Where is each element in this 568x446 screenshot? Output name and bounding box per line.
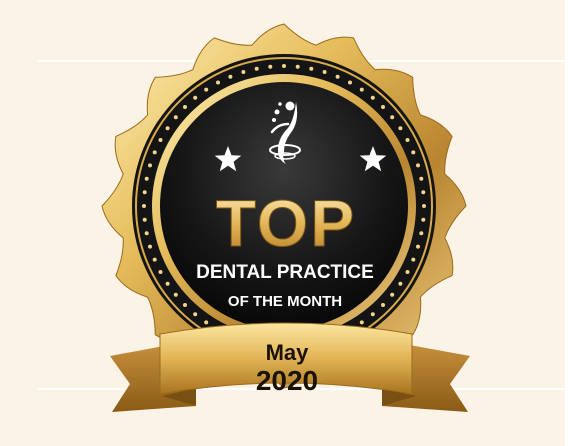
seal-dot: [370, 312, 375, 317]
seal-dot: [142, 204, 146, 208]
seal-dot: [241, 70, 246, 74]
seal-dot: [183, 303, 187, 307]
seal-dot: [193, 312, 198, 317]
seal-dot: [419, 231, 424, 236]
seal-dot: [411, 257, 416, 262]
seal-dot: [148, 163, 152, 168]
seal-dot: [398, 126, 403, 131]
seal-dot: [183, 105, 187, 109]
seal-dot: [144, 176, 149, 181]
seal-dot: [144, 231, 149, 236]
subtitle-line-2: OF THE MONTH: [228, 293, 342, 310]
seal-dot: [268, 64, 273, 69]
seal-dot: [165, 126, 170, 131]
seal-dot: [204, 87, 209, 92]
seal-dot: [390, 115, 395, 120]
seal-dot: [142, 190, 147, 195]
seal-dot: [142, 217, 147, 222]
seal-dot: [254, 66, 259, 71]
award-badge: TOP DENTAL PRACTICE OF THE MONTH May 202…: [101, 23, 470, 412]
seal-dot: [416, 244, 420, 249]
seal-dot: [381, 105, 385, 109]
seal-dot: [421, 217, 426, 222]
seal-dot: [295, 64, 300, 69]
seal-dot: [370, 95, 375, 100]
seal-dot: [152, 150, 157, 155]
seal-dot: [158, 270, 163, 274]
seal-dot: [193, 95, 198, 100]
seal-dot: [405, 138, 410, 142]
seal-dot: [411, 150, 416, 155]
month-text: May: [266, 340, 310, 365]
seal-dot: [165, 281, 170, 286]
seal-dot: [204, 320, 209, 325]
year-text: 2020: [256, 365, 318, 396]
seal-dot: [173, 292, 178, 297]
seal-dot: [381, 303, 385, 307]
seal-dot: [359, 320, 364, 325]
seal-dot: [416, 163, 420, 168]
seal-dot: [419, 176, 424, 181]
subtitle-line-1: DENTAL PRACTICE: [196, 262, 374, 283]
seal-dot: [282, 64, 286, 68]
seal-dot: [422, 204, 426, 208]
seal-dot: [322, 70, 327, 74]
seal-dot: [405, 270, 410, 274]
seal-dot: [173, 115, 178, 120]
seal-dot: [390, 292, 395, 297]
headline-text: TOP: [216, 186, 356, 260]
seal-dot: [228, 74, 233, 79]
seal-dot: [148, 244, 152, 249]
seal-dot: [421, 190, 426, 195]
seal-dot: [309, 66, 314, 71]
seal-dot: [359, 87, 364, 92]
seal-dot: [158, 138, 163, 142]
seal-dot: [216, 80, 220, 85]
seal-dot: [398, 281, 403, 286]
seal-dot: [335, 74, 340, 79]
seal-dot: [152, 257, 157, 262]
seal-dot: [348, 80, 352, 85]
